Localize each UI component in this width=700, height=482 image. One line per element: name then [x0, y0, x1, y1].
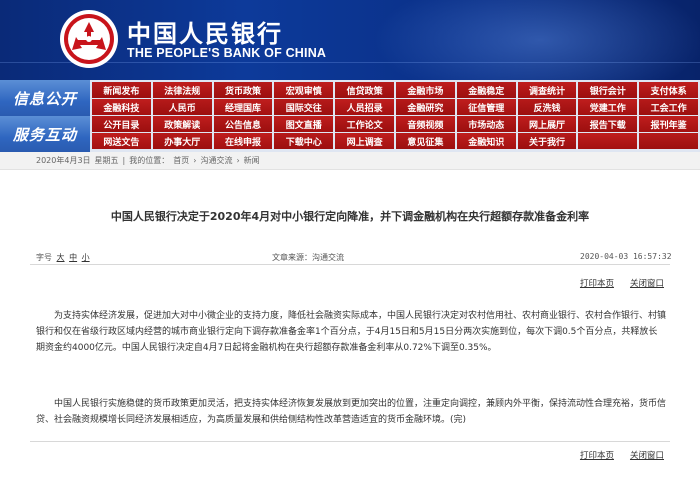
nav-item[interactable]: 工会工作 — [639, 99, 698, 115]
breadcrumb-level2[interactable]: 新闻 — [244, 155, 260, 166]
article-title: 中国人民银行决定于2020年4月对中小银行定向降准，并下调金融机构在央行超额存款… — [110, 210, 590, 223]
nav-item[interactable]: 网上展厅 — [517, 116, 577, 132]
nav-item[interactable]: 报告下载 — [578, 116, 638, 132]
nav-item[interactable]: 银行会计 — [578, 82, 638, 98]
nav-item[interactable]: 公告信息 — [213, 116, 273, 132]
breadcrumb-home[interactable]: 首页 — [173, 155, 189, 166]
nav-section-info[interactable]: 信息公开 — [0, 80, 90, 116]
nav-item[interactable]: 信贷政策 — [335, 82, 394, 98]
nav-item[interactable]: 下载中心 — [274, 133, 334, 149]
nav-item[interactable]: 金融科技 — [92, 99, 151, 115]
article-source: 文章来源：沟通交流 — [272, 253, 344, 262]
nav-item[interactable]: 意见征集 — [395, 133, 455, 149]
nav-item[interactable]: 金融稳定 — [456, 82, 516, 98]
nav-item[interactable]: 经理国库 — [213, 99, 273, 115]
nav-item[interactable]: 宏观审慎 — [274, 82, 334, 98]
article-tools-top: 打印本页 关闭窗口 — [580, 277, 664, 289]
font-size-large[interactable]: 大 — [57, 253, 65, 262]
nav-item[interactable]: 国际交往 — [274, 99, 334, 115]
print-page-link[interactable]: 打印本页 — [580, 449, 614, 461]
divider-top — [30, 264, 670, 265]
nav-grid: 新闻发布 法律法规 货币政策 宏观审慎 信贷政策 金融市场 金融稳定 调查统计 银行会计 支付体系… — [92, 82, 698, 150]
breadcrumb-date: 2020年4月3日 — [36, 156, 91, 165]
nav-item[interactable]: 货币政策 — [213, 82, 273, 98]
print-page-link[interactable]: 打印本页 — [580, 277, 614, 289]
nav-item[interactable]: 关于我行 — [517, 133, 577, 149]
breadcrumb-prefix: 我的位置： — [129, 156, 170, 165]
nav-item[interactable]: 市场动态 — [456, 116, 516, 132]
nav-item[interactable]: 网上调查 — [335, 133, 394, 149]
close-window-link[interactable]: 关闭窗口 — [630, 449, 664, 461]
breadcrumb-divider: | — [122, 156, 126, 165]
font-size-controls: 字号 大 中 小 — [36, 252, 90, 263]
nav-item[interactable]: 人民币 — [152, 99, 212, 115]
nav-item[interactable]: 网送文告 — [92, 133, 151, 149]
site-banner: 中国人民银行 THE PEOPLE'S BANK OF CHINA — [0, 0, 700, 80]
pboc-logo-icon[interactable] — [60, 10, 118, 68]
nav-item[interactable]: 工作论文 — [335, 116, 394, 132]
nav-item[interactable]: 支付体系 — [639, 82, 698, 98]
article-paragraph-2: 中国人民银行实施稳健的货币政策更加灵活，把支持实体经济恢复发展放到更加突出的位置… — [36, 399, 667, 425]
close-window-link[interactable]: 关闭窗口 — [630, 277, 664, 289]
brand-name-cn: 中国人民银行 — [127, 19, 283, 48]
nav-item[interactable]: 新闻发布 — [92, 82, 151, 98]
nav-item[interactable]: 调查统计 — [517, 82, 577, 98]
nav-item[interactable]: 办事大厅 — [152, 133, 212, 149]
breadcrumb: 2020年4月3日 星期五 | 我的位置： 首页 › 沟通交流 › 新闻 — [0, 152, 700, 170]
font-size-small[interactable]: 小 — [82, 253, 90, 262]
breadcrumb-sep: › — [193, 156, 197, 165]
font-size-medium[interactable]: 中 — [69, 253, 77, 262]
nav-item-empty — [639, 133, 698, 149]
font-size-label: 字号 — [36, 253, 52, 262]
nav-item[interactable]: 政策解读 — [152, 116, 212, 132]
divider-bottom — [30, 441, 670, 442]
nav-item[interactable]: 征信管理 — [456, 99, 516, 115]
article-paragraph-1: 为支持实体经济发展，促进加大对中小微企业的支持力度，降低社会融资实际成本，中国人… — [36, 311, 667, 353]
nav-item[interactable]: 公开目录 — [92, 116, 151, 132]
brand-name-en: THE PEOPLE'S BANK OF CHINA — [127, 46, 327, 60]
article-datetime: 2020-04-03 16:57:32 — [580, 252, 672, 261]
nav-item[interactable]: 金融市场 — [395, 82, 455, 98]
main-nav: 信息公开 服务互动 新闻发布 法律法规 货币政策 宏观审慎 信贷政策 金融市场 金融稳定 调查… — [0, 80, 700, 152]
nav-item[interactable]: 金融知识 — [456, 133, 516, 149]
banner-glow — [360, 0, 700, 80]
nav-item-empty — [578, 133, 638, 149]
nav-item[interactable]: 反洗钱 — [517, 99, 577, 115]
breadcrumb-sep: › — [236, 156, 240, 165]
article-tools-bottom: 打印本页 关闭窗口 — [580, 449, 664, 461]
nav-item[interactable]: 在线申报 — [213, 133, 273, 149]
nav-item[interactable]: 音频视频 — [395, 116, 455, 132]
nav-item[interactable]: 党建工作 — [578, 99, 638, 115]
nav-item[interactable]: 人员招录 — [335, 99, 394, 115]
breadcrumb-level1[interactable]: 沟通交流 — [200, 155, 232, 166]
nav-item[interactable]: 金融研究 — [395, 99, 455, 115]
nav-section-service[interactable]: 服务互动 — [0, 116, 90, 152]
breadcrumb-weekday: 星期五 — [94, 156, 119, 165]
nav-item[interactable]: 法律法规 — [152, 82, 212, 98]
nav-item[interactable]: 图文直播 — [274, 116, 334, 132]
nav-item[interactable]: 报刊年鉴 — [639, 116, 698, 132]
